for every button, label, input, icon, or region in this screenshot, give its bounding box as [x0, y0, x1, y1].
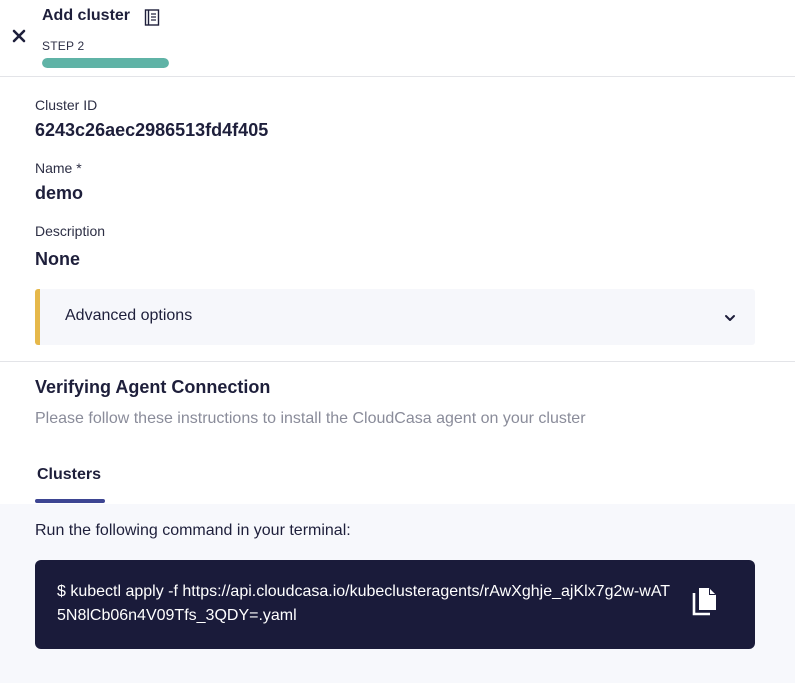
section-divider: [0, 361, 795, 362]
tab-active-indicator: [35, 499, 105, 503]
description-label: Description: [35, 223, 106, 239]
verify-title: Verifying Agent Connection: [35, 377, 271, 397]
cluster-id-value: 6243c26aec2986513fd4f405: [35, 120, 269, 140]
install-command[interactable]: $ kubectl apply -f https://api.cloudcasa…: [57, 580, 677, 628]
advanced-options-toggle[interactable]: Advanced options: [35, 289, 755, 345]
clusters-tab-panel: Run the following command in your termin…: [0, 504, 795, 683]
command-box: $ kubectl apply -f https://api.cloudcasa…: [35, 560, 755, 649]
copy-button[interactable]: [691, 586, 719, 618]
tab-clusters[interactable]: Clusters: [37, 466, 101, 484]
copy-icon: [692, 588, 716, 616]
verify-subtitle: Please follow these instructions to inst…: [35, 410, 586, 427]
chevron-down-icon: [725, 315, 735, 321]
page-header: Add cluster STEP 2: [0, 0, 795, 77]
name-value: demo: [35, 183, 84, 203]
advanced-options-label: Advanced options: [65, 307, 193, 324]
document-icon[interactable]: [144, 9, 160, 26]
close-icon: [12, 29, 26, 43]
run-instruction: Run the following command in your termin…: [35, 522, 351, 539]
page-title: Add cluster: [42, 7, 131, 24]
step-progress-bar: [42, 58, 169, 68]
description-value: None: [35, 249, 80, 269]
close-button[interactable]: [10, 27, 28, 45]
step-label: STEP 2: [42, 39, 85, 53]
cluster-id-label: Cluster ID: [35, 97, 98, 113]
name-label: Name *: [35, 160, 82, 176]
step-progress-fill: [42, 58, 169, 68]
